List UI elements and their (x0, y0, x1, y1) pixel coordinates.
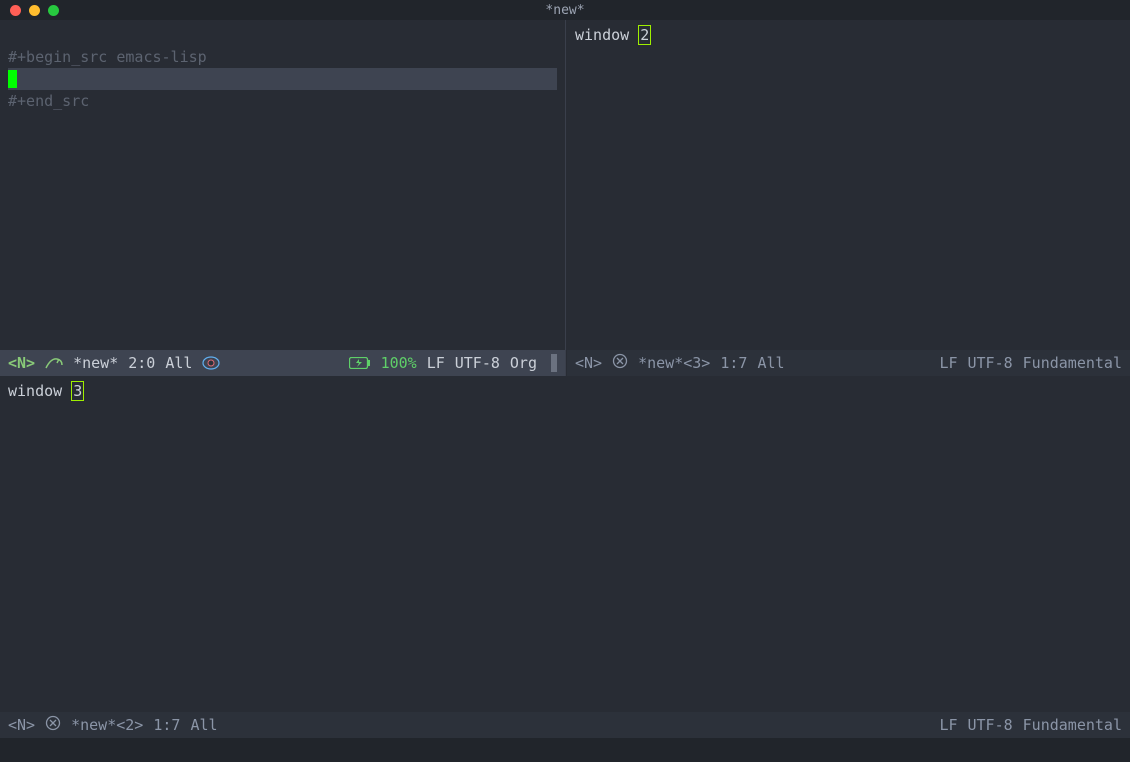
window-divider-vertical[interactable] (565, 20, 566, 376)
major-mode[interactable]: Org (510, 354, 537, 372)
buffer-text[interactable]: window 2 (567, 20, 1130, 350)
editor-area: #+begin_src emacs-lisp #+end_src window … (0, 20, 1130, 762)
buffer-name[interactable]: *new*<3> (638, 354, 710, 372)
window-bottom[interactable]: window 3 (0, 376, 1130, 712)
minimize-window-button[interactable] (29, 5, 40, 16)
evil-state-indicator: <N> (8, 354, 35, 372)
minibuffer[interactable] (0, 738, 1130, 762)
org-end-src: #+end_src (8, 92, 89, 110)
checker-icon (202, 355, 220, 371)
buffer-name[interactable]: *new* (73, 354, 118, 372)
inactive-cursor: 2 (638, 25, 651, 45)
modeline-top-right[interactable]: <N> *new*<3> 1:7 All LF UTF-8 Fundamenta… (567, 350, 1130, 376)
major-mode[interactable]: Fundamental (1023, 354, 1122, 372)
window-title: *new* (0, 3, 1130, 18)
window-number-indicator (551, 354, 557, 372)
encoding-indicator[interactable]: UTF-8 (455, 354, 500, 372)
evil-state-indicator: <N> (8, 716, 35, 734)
evil-state-indicator: <N> (575, 354, 602, 372)
save-indicator-icon (45, 715, 61, 735)
cursor-position: 2:0 (128, 354, 155, 372)
buffer-line: window (575, 26, 638, 44)
point-cursor (8, 70, 17, 88)
scroll-percent: All (190, 716, 217, 734)
cursor-position: 1:7 (720, 354, 747, 372)
eol-indicator[interactable]: LF (427, 354, 445, 372)
window-top-right[interactable]: window 2 (567, 20, 1130, 350)
cursor-position: 1:7 (153, 716, 180, 734)
buffer-name[interactable]: *new*<2> (71, 716, 143, 734)
save-indicator-icon (612, 353, 628, 373)
modeline-top-left[interactable]: <N> *new* 2:0 All 100% LF UTF-8 Org (0, 350, 565, 376)
buffer-text[interactable]: #+begin_src emacs-lisp #+end_src (0, 20, 565, 350)
major-mode[interactable]: Fundamental (1023, 716, 1122, 734)
macos-titlebar: *new* (0, 0, 1130, 20)
window-top-left[interactable]: #+begin_src emacs-lisp #+end_src (0, 20, 565, 350)
eol-indicator[interactable]: LF (939, 716, 957, 734)
buffer-text[interactable]: window 3 (0, 376, 1130, 712)
scroll-percent: All (757, 354, 784, 372)
battery-percent: 100% (381, 354, 417, 372)
encoding-indicator[interactable]: UTF-8 (968, 716, 1013, 734)
zoom-window-button[interactable] (48, 5, 59, 16)
modified-indicator-icon (45, 356, 63, 370)
modeline-bottom[interactable]: <N> *new*<2> 1:7 All LF UTF-8 Fundamenta… (0, 712, 1130, 738)
org-begin-src: #+begin_src emacs-lisp (8, 48, 207, 66)
scroll-percent: All (165, 354, 192, 372)
battery-icon (349, 354, 371, 372)
inactive-cursor: 3 (71, 381, 84, 401)
traffic-lights (10, 5, 59, 16)
buffer-line: window (8, 382, 71, 400)
encoding-indicator[interactable]: UTF-8 (968, 354, 1013, 372)
close-window-button[interactable] (10, 5, 21, 16)
eol-indicator[interactable]: LF (939, 354, 957, 372)
current-line-highlight (8, 68, 557, 90)
